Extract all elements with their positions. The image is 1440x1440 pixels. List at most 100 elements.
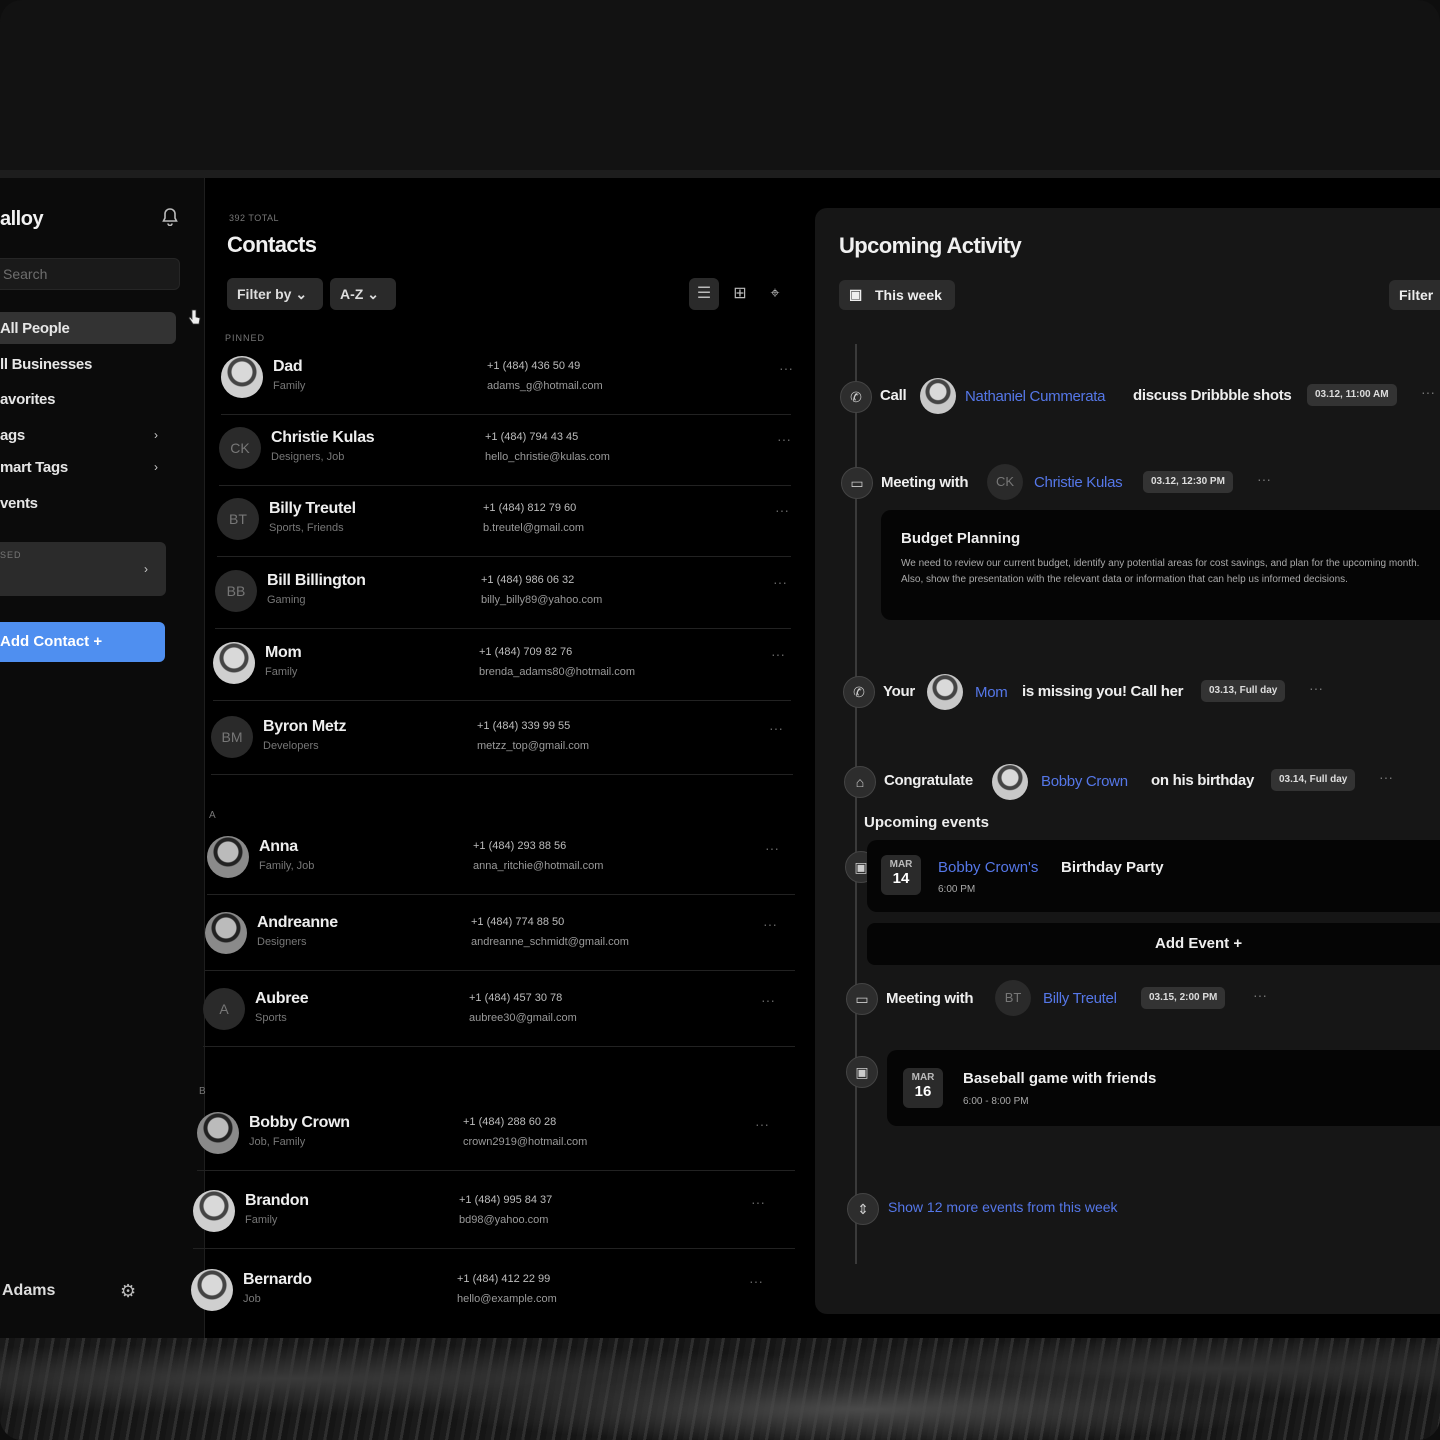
contact-email: brenda_adams80@hotmail.com [479, 666, 636, 678]
more-icon[interactable]: ··· [765, 840, 779, 856]
contact-row[interactable]: Andreanne Designers +1 (484) 774 88 50 a… [205, 900, 795, 971]
this-week-button[interactable]: ▣ This week [839, 280, 955, 310]
event-title: Baseball game with friends [963, 1070, 1157, 1087]
contact-link[interactable]: Christie Kulas [1034, 474, 1123, 491]
contact-link[interactable]: Bobby Crown [1041, 773, 1128, 790]
nav-favorites[interactable]: avorites [0, 391, 55, 408]
search-input[interactable]: Search [0, 258, 180, 290]
contact-row[interactable]: BT Billy Treutel Sports, Friends +1 (484… [217, 486, 791, 557]
contact-tags: Developers [263, 740, 319, 752]
contact-row[interactable]: Bobby Crown Job, Family +1 (484) 288 60 … [197, 1100, 795, 1171]
avatar [193, 1190, 235, 1232]
contact-name: Aubree [255, 990, 309, 1007]
more-icon[interactable]: ··· [763, 916, 777, 932]
contact-phone: +1 (484) 436 50 49 [487, 360, 581, 372]
more-icon[interactable]: ··· [769, 720, 783, 736]
nav-events[interactable]: vents [0, 495, 38, 512]
more-icon[interactable]: ··· [1421, 384, 1435, 400]
more-icon[interactable]: ··· [773, 574, 787, 590]
sort-button[interactable]: A-Z ⌄ [330, 278, 396, 310]
contact-tags: Family [265, 666, 298, 678]
contact-row[interactable]: CK Christie Kulas Designers, Job +1 (484… [219, 415, 791, 486]
contact-name: Mom [265, 644, 302, 661]
contact-link[interactable]: Nathaniel Cummerata [965, 388, 1106, 405]
contact-row[interactable]: Anna Family, Job +1 (484) 293 88 56 anna… [207, 824, 795, 895]
contact-row[interactable]: Mom Family +1 (484) 709 82 76 brenda_ada… [213, 630, 791, 701]
nav-tags[interactable]: ags [0, 427, 25, 444]
contact-name: Byron Metz [263, 718, 347, 735]
nav-all-businesses[interactable]: ll Businesses [0, 356, 92, 373]
avatar [205, 912, 247, 954]
expand-icon[interactable]: ⇕ [847, 1193, 879, 1225]
contact-phone: +1 (484) 995 84 37 [459, 1194, 553, 1206]
contact-row[interactable]: A Aubree Sports +1 (484) 457 30 78 aubre… [203, 976, 795, 1047]
contact-name: Bill Billington [267, 572, 366, 589]
contact-link[interactable]: Billy Treutel [1043, 990, 1117, 1007]
event-card[interactable]: Budget Planning We need to review our cu… [881, 510, 1440, 620]
nav-smart-tags[interactable]: mart Tags [0, 459, 68, 476]
video-icon: ▭ [846, 983, 878, 1015]
gift-icon: ⌂ [844, 766, 876, 798]
more-icon[interactable]: ··· [777, 431, 791, 447]
search-placeholder: Search [3, 266, 48, 282]
event-card[interactable]: MAR 16 Baseball game with friends 6:00 -… [887, 1050, 1440, 1126]
contact-name: Billy Treutel [269, 500, 356, 517]
more-icon[interactable]: ··· [771, 646, 785, 662]
date-box: MAR 14 [881, 855, 921, 895]
more-icon[interactable]: ··· [751, 1194, 765, 1210]
contact-tags: Job [243, 1293, 261, 1305]
more-icon[interactable]: ··· [755, 1116, 769, 1132]
more-icon[interactable]: ··· [1379, 769, 1393, 785]
contact-email: aubree30@gmail.com [469, 1012, 577, 1024]
bell-icon[interactable] [162, 208, 180, 227]
avatar [221, 356, 263, 398]
brand-logo: alloy [0, 208, 44, 230]
saved-label: SED [0, 550, 22, 560]
show-more-link[interactable]: Show 12 more events from this week [888, 1199, 1118, 1215]
section-letter-b: B [199, 1086, 206, 1097]
contact-tags: Gaming [267, 594, 306, 606]
more-icon[interactable]: ··· [761, 992, 775, 1008]
add-contact-label: Add Contact + [0, 633, 103, 650]
mouse-cursor-icon [188, 308, 202, 326]
more-icon[interactable]: ··· [1257, 471, 1271, 487]
filter-button[interactable]: Filter [1389, 280, 1440, 310]
contact-phone: +1 (484) 412 22 99 [457, 1273, 551, 1285]
filter-label: Filter [1399, 287, 1434, 303]
contact-row[interactable]: BM Byron Metz Developers +1 (484) 339 99… [211, 704, 793, 775]
contact-phone: +1 (484) 986 06 32 [481, 574, 575, 586]
more-icon[interactable]: ··· [1253, 987, 1267, 1003]
gear-icon[interactable]: ⚙ [120, 1281, 136, 1302]
contact-name: Bernardo [243, 1271, 312, 1288]
contacts-panel: 392 TOTAL Contacts Filter by ⌄ A-Z ⌄ ☰ ⊞… [191, 178, 810, 1338]
avatar [927, 674, 963, 710]
chevron-right-icon: › [144, 562, 148, 576]
more-icon[interactable]: ··· [779, 360, 793, 376]
more-icon[interactable]: ··· [1309, 680, 1323, 696]
more-icon[interactable]: ··· [775, 502, 789, 518]
contact-name: Dad [273, 358, 303, 375]
event-card[interactable]: MAR 14 Bobby Crown's Birthday Party 6:00… [867, 840, 1440, 912]
add-contact-button[interactable]: Add Contact + [0, 622, 165, 662]
more-icon[interactable]: ··· [749, 1273, 763, 1289]
contacts-total: 392 TOTAL [229, 213, 280, 223]
contact-row[interactable]: BB Bill Billington Gaming +1 (484) 986 0… [215, 558, 791, 629]
contact-row[interactable]: Dad Family +1 (484) 436 50 49 adams_g@ho… [221, 344, 793, 415]
map-pin-icon[interactable]: ⌖ [760, 278, 790, 310]
user-name[interactable]: Adams [2, 1282, 55, 1300]
contact-row[interactable]: Bernardo Job +1 (484) 412 22 99 hello@ex… [191, 1257, 795, 1327]
date-day: 16 [914, 1083, 932, 1100]
contact-email: metzz_top@gmail.com [477, 740, 590, 752]
filter-by-button[interactable]: Filter by ⌄ [227, 278, 323, 310]
add-event-button[interactable]: Add Event + [867, 923, 1440, 965]
contact-row[interactable]: Brandon Family +1 (484) 995 84 37 bd98@y… [193, 1178, 795, 1249]
activity-text: Congratulate [884, 772, 973, 789]
grid-view-icon[interactable]: ⊞ [725, 278, 755, 310]
activity-text: on his birthday [1151, 772, 1255, 789]
nav-all-people[interactable]: All People [0, 320, 70, 337]
list-view-icon[interactable]: ☰ [689, 278, 719, 310]
contact-name: Anna [259, 838, 298, 855]
contact-link[interactable]: Bobby Crown's [938, 859, 1038, 876]
contact-link[interactable]: Mom [975, 684, 1008, 701]
saved-section[interactable]: SED › [0, 542, 166, 596]
